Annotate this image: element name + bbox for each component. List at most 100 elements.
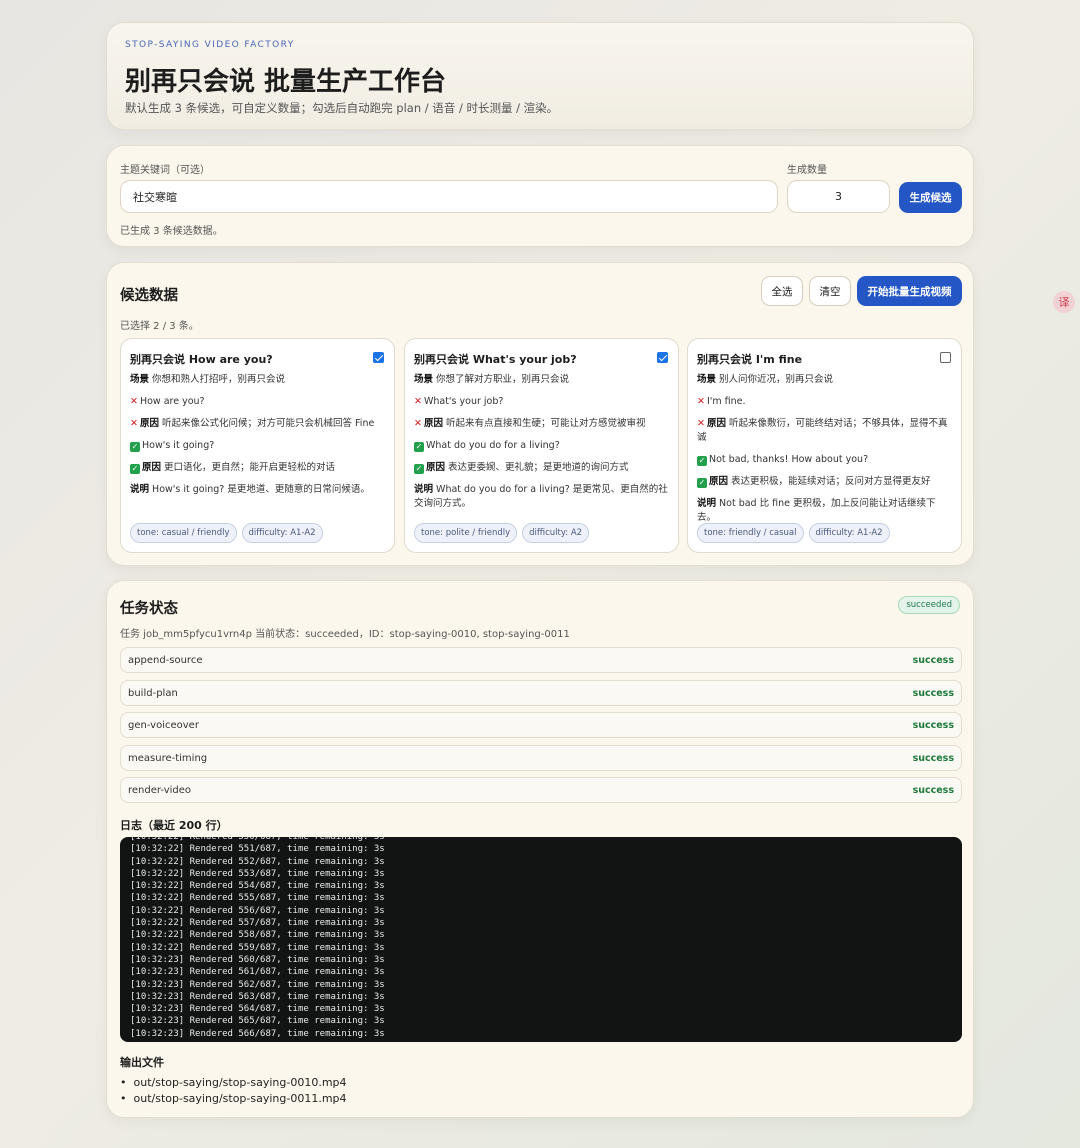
log-lines: [10:32:22] Rendered 550/687, time remain… — [130, 837, 385, 1040]
good-phrase: Not bad, thanks! How about you? — [709, 454, 869, 465]
check-icon: ✓ — [130, 464, 140, 474]
tone-tag: tone: friendly / casual — [697, 523, 804, 543]
topic-label: 主题关键词（可选） — [120, 165, 210, 176]
scene-text: 你想和熟人打招呼，别再只会说 — [152, 374, 286, 385]
status-badge: succeeded — [898, 596, 960, 614]
page-subtitle: 默认生成 3 条候选，可自定义数量；勾选后自动跑完 plan / 语音 / 时长… — [125, 101, 559, 115]
generate-status: 已生成 3 条候选数据。 — [120, 226, 223, 237]
log-line: [10:32:22] Rendered 556/687, time remain… — [130, 905, 385, 916]
page-title: 别再只会说 批量生产工作台 — [125, 67, 447, 97]
candidate-title: 别再只会说 I'm fine — [697, 353, 803, 366]
select-all-button[interactable]: 全选 — [761, 276, 803, 306]
translate-icon[interactable]: 译 — [1053, 291, 1075, 313]
log-line: [10:32:23] Rendered 565/687, time remain… — [130, 1016, 385, 1027]
output-title: 输出文件 — [120, 1056, 164, 1069]
generator-card: 主题关键词（可选） 社交寒暄 生成数量 3 生成候选 已生成 3 条候选数据。 — [106, 145, 974, 247]
step-row: gen-voiceover success — [120, 712, 962, 738]
header-card: STOP-SAYING VIDEO FACTORY 别再只会说 批量生产工作台 … — [106, 22, 974, 130]
tone-tag: tone: casual / friendly — [130, 523, 237, 543]
difficulty-tag: difficulty: A1-A2 — [241, 523, 323, 543]
candidate-card: 别再只会说 I'm fine 场景 别人问你近况，别再只会说 ✕ I'm fine… — [687, 338, 962, 553]
step-status: success — [912, 687, 954, 699]
output-file-list: out/stop-saying/stop-saying-0010.mp4 out… — [120, 1075, 347, 1106]
log-line: [10:32:22] Rendered 554/687, time remain… — [130, 881, 385, 892]
candidate-card: 别再只会说 What's your job? 场景 你想了解对方职业，别再只会说… — [404, 338, 679, 553]
scene-text: 别人问你近况，别再只会说 — [719, 374, 834, 385]
cross-icon: ✕ — [130, 396, 138, 407]
step-status: success — [912, 719, 954, 731]
log-line: [10:32:22] Rendered 555/687, time remain… — [130, 893, 385, 904]
count-label: 生成数量 — [787, 165, 827, 176]
good-reason: 表达更委婉、更礼貌；是更地道的询问方式 — [448, 462, 629, 473]
log-line: [10:32:22] Rendered 557/687, time remain… — [130, 918, 385, 929]
task-summary: 任务 job_mm5pfycu1vrn4p 当前状态：succeeded，ID：… — [120, 629, 570, 640]
bad-phrase: How are you? — [139, 396, 205, 407]
cross-icon: ✕ — [697, 396, 705, 407]
good-phrase: What do you do for a living? — [426, 440, 560, 451]
check-icon: ✓ — [414, 464, 424, 474]
candidate-checkbox[interactable] — [940, 352, 951, 363]
candidate-title: 别再只会说 How are you? — [130, 353, 273, 366]
generate-button[interactable]: 生成候选 — [899, 182, 962, 213]
bad-reason: 听起来像敷衍，可能终结对话；不够具体，显得不真诚 — [697, 418, 948, 443]
selected-count: 已选择 2 / 3 条。 — [120, 321, 199, 332]
log-line: [10:32:23] Rendered 561/687, time remain… — [130, 967, 385, 978]
task-title: 任务状态 — [120, 601, 178, 617]
check-icon: ✓ — [414, 442, 424, 452]
topic-input[interactable]: 社交寒暄 — [120, 180, 778, 213]
bad-phrase: What's your job? — [423, 396, 504, 407]
log-console[interactable]: [10:32:22] Rendered 550/687, time remain… — [120, 837, 962, 1042]
candidate-title: 别再只会说 What's your job? — [414, 353, 577, 366]
task-status-card: 任务状态 succeeded 任务 job_mm5pfycu1vrn4p 当前状… — [106, 580, 974, 1118]
candidate-checkbox[interactable] — [373, 352, 384, 363]
good-reason: 更口语化，更自然；能开启更轻松的对话 — [164, 462, 336, 473]
step-row: measure-timing success — [120, 745, 962, 771]
bad-phrase: I'm fine. — [706, 396, 746, 407]
log-line: [10:32:23] Rendered 563/687, time remain… — [130, 991, 385, 1002]
clear-button[interactable]: 清空 — [809, 276, 851, 306]
difficulty-tag: difficulty: A1-A2 — [808, 523, 890, 543]
candidate-checkbox[interactable] — [657, 352, 668, 363]
candidates-card: 候选数据 全选 清空 开始批量生成视频 已选择 2 / 3 条。 别再只会说 H… — [106, 262, 974, 566]
step-status: success — [912, 654, 954, 666]
log-line: [10:32:22] Rendered 551/687, time remain… — [130, 844, 385, 855]
cross-icon: ✕ — [697, 418, 705, 429]
check-icon: ✓ — [697, 478, 707, 488]
step-row: build-plan success — [120, 680, 962, 706]
log-title: 日志（最近 200 行） — [120, 819, 228, 832]
step-status: success — [912, 752, 954, 764]
tone-tag: tone: polite / friendly — [414, 523, 518, 543]
log-line: [10:32:22] Rendered 552/687, time remain… — [130, 856, 385, 867]
check-icon: ✓ — [130, 442, 140, 452]
cross-icon: ✕ — [414, 396, 422, 407]
cross-icon: ✕ — [414, 418, 422, 429]
log-line: [10:32:23] Rendered 560/687, time remain… — [130, 954, 385, 965]
bad-reason: 听起来像公式化问候；对方可能只会机械回答 Fine — [162, 418, 375, 429]
note-text: Not bad 比 fine 更积极，加上反问能让对话继续下去。 — [697, 498, 936, 523]
eyebrow: STOP-SAYING VIDEO FACTORY — [125, 40, 295, 50]
log-line: [10:32:23] Rendered 564/687, time remain… — [130, 1004, 385, 1015]
step-status: success — [912, 784, 954, 796]
log-line: [10:32:23] Rendered 562/687, time remain… — [130, 979, 385, 990]
log-line: [10:32:22] Rendered 559/687, time remain… — [130, 942, 385, 953]
candidate-card: 别再只会说 How are you? 场景 你想和熟人打招呼，别再只会说 ✕ Ho… — [120, 338, 395, 553]
log-line: [10:32:23] Rendered 566/687, time remain… — [130, 1028, 385, 1039]
step-row: render-video success — [120, 777, 962, 803]
count-input[interactable]: 3 — [787, 180, 890, 213]
scene-text: 你想了解对方职业，别再只会说 — [436, 374, 570, 385]
good-phrase: How's it going? — [142, 440, 215, 451]
check-icon: ✓ — [697, 456, 707, 466]
cross-icon: ✕ — [130, 418, 138, 429]
note-text: What do you do for a living? 是更常见、更自然的社交… — [414, 484, 668, 509]
bad-reason: 听起来有点直接和生硬；可能让对方感觉被审视 — [446, 418, 646, 429]
good-reason: 表达更积极，能延续对话；反问对方显得更友好 — [731, 476, 931, 487]
candidates-title: 候选数据 — [120, 288, 178, 304]
step-row: append-source success — [120, 647, 962, 673]
start-batch-button[interactable]: 开始批量生成视频 — [857, 276, 962, 306]
note-text: How's it going? 是更地道、更随意的日常问候语。 — [152, 484, 370, 495]
output-file-link[interactable]: out/stop-saying/stop-saying-0011.mp4 — [120, 1091, 347, 1107]
difficulty-tag: difficulty: A2 — [522, 523, 590, 543]
output-file-link[interactable]: out/stop-saying/stop-saying-0010.mp4 — [120, 1075, 347, 1091]
log-line: [10:32:22] Rendered 553/687, time remain… — [130, 868, 385, 879]
log-line: [10:32:22] Rendered 558/687, time remain… — [130, 930, 385, 941]
